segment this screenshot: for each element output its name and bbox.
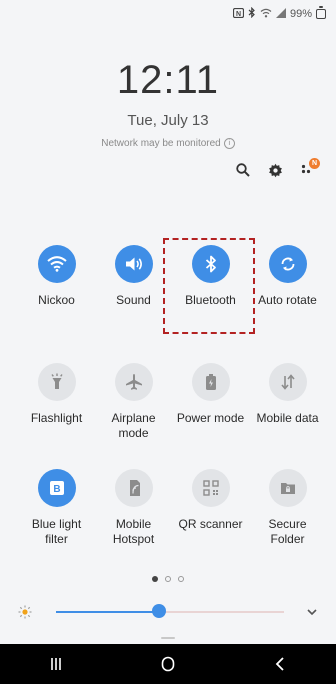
bluelight-icon[interactable]: B: [37, 469, 76, 507]
tile-sound[interactable]: Sound: [95, 245, 172, 308]
tile-qr-scanner[interactable]: QR scanner: [172, 469, 249, 547]
flashlight-icon[interactable]: [37, 363, 76, 401]
page-indicator: [0, 576, 336, 582]
battery-percent: 99%: [289, 8, 312, 20]
nfc-icon: N: [232, 7, 245, 21]
navigation-bar: [0, 644, 336, 684]
tile-label: Mobile data: [256, 411, 319, 425]
home-icon[interactable]: [138, 644, 198, 684]
brightness-slider-thumb[interactable]: [151, 604, 166, 618]
brightness-slider-fill: [56, 611, 159, 613]
data-arrows-icon[interactable]: [268, 363, 307, 401]
battery-icon[interactable]: [191, 363, 230, 401]
tile-mobile-hotspot[interactable]: Mobile Hotspot: [95, 469, 172, 547]
tile-blue-light-filter[interactable]: B Blue light filter: [18, 469, 95, 547]
tile-label: Mobile Hotspot: [112, 517, 155, 546]
gear-icon[interactable]: [266, 161, 284, 179]
brightness-control: [14, 600, 324, 624]
clock: 12:11: [116, 58, 220, 102]
recents-icon[interactable]: [26, 644, 86, 684]
tile-flashlight[interactable]: Flashlight: [18, 363, 95, 441]
svg-text:N: N: [236, 11, 241, 18]
secure-folder-icon[interactable]: [268, 469, 307, 507]
search-icon[interactable]: [234, 161, 252, 179]
tile-label: Sound: [116, 293, 151, 307]
date: Tue, July 13: [127, 112, 209, 129]
tile-label: Blue light filter: [31, 517, 82, 546]
notification-icon[interactable]: N: [298, 158, 320, 179]
tile-secure-folder[interactable]: Secure Folder: [249, 469, 326, 547]
info-icon[interactable]: i: [223, 138, 235, 149]
highlight-box: [163, 238, 255, 334]
quick-panel: N 99% 12:11 Tue, July 13 Network may be …: [0, 0, 336, 684]
tile-mobile-data[interactable]: Mobile data: [249, 363, 326, 441]
wifi-icon: [260, 8, 272, 21]
chevron-down-icon[interactable]: [304, 604, 320, 620]
tile-label: Auto rotate: [258, 293, 317, 307]
qr-icon[interactable]: [191, 469, 230, 507]
page-dot[interactable]: [152, 576, 158, 582]
tile-auto-rotate[interactable]: Auto rotate: [249, 245, 326, 308]
wifi-icon[interactable]: [37, 245, 76, 283]
panel-actions: N: [234, 158, 320, 179]
speaker-icon[interactable]: [114, 245, 153, 283]
battery-icon: [316, 6, 326, 19]
notification-badge: N: [309, 158, 320, 169]
back-icon[interactable]: [250, 644, 310, 684]
tile-power-mode[interactable]: Power mode: [172, 363, 249, 441]
brightness-sun-icon: [18, 605, 32, 619]
tile-airplane[interactable]: Airplane mode: [95, 363, 172, 441]
rotate-icon[interactable]: [268, 245, 307, 283]
page-dot[interactable]: [178, 576, 184, 582]
airplane-icon[interactable]: [114, 363, 153, 401]
bluetooth-icon: [248, 6, 256, 21]
signal-icon: [275, 7, 286, 21]
tile-label: Flashlight: [30, 411, 83, 425]
tile-label: Nickoo: [38, 293, 75, 307]
svg-text:B: B: [53, 484, 60, 495]
tile-label: Power mode: [176, 411, 245, 425]
tile-label: QR scanner: [178, 517, 243, 531]
status-bar: N 99%: [232, 6, 326, 22]
page-dot[interactable]: [165, 576, 171, 582]
panel-handle[interactable]: [161, 637, 175, 639]
tile-row: B Blue light filter Mobile Hotspot QR sc…: [18, 469, 328, 547]
tile-label: Secure Folder: [268, 517, 307, 546]
tile-label: Airplane mode: [111, 411, 156, 440]
hotspot-icon[interactable]: [114, 469, 153, 507]
network-notice[interactable]: Network may be monitored i: [0, 138, 336, 149]
tile-wifi[interactable]: Nickoo: [18, 245, 95, 308]
tile-row: Flashlight Airplane mode Power mode Mobi…: [18, 363, 328, 441]
brightness-slider[interactable]: [56, 611, 284, 613]
network-notice-text: Network may be monitored: [101, 138, 221, 150]
